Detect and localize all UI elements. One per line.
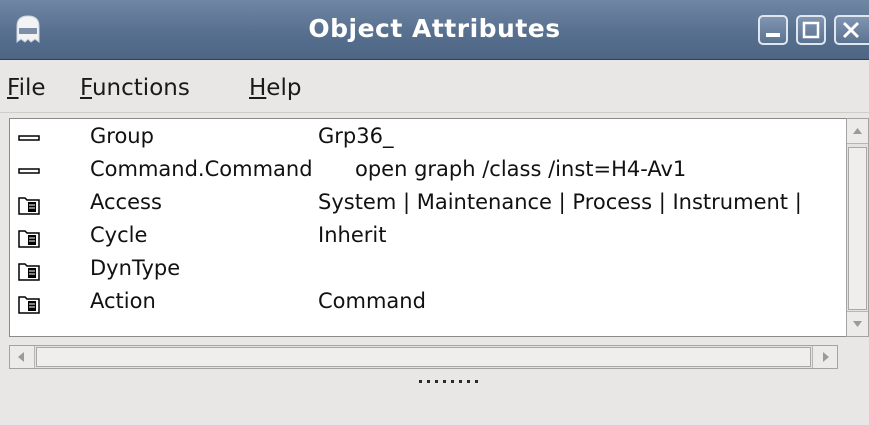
attribute-row-group[interactable]: Group Grp36_ xyxy=(10,121,847,155)
folder-icon xyxy=(18,263,40,281)
arrow-down-icon xyxy=(853,321,862,327)
attribute-row-cycle[interactable]: Cycle Inherit xyxy=(10,220,847,254)
arrow-right-icon xyxy=(823,352,829,362)
scroll-down-button[interactable] xyxy=(847,311,868,336)
attribute-value: Command xyxy=(318,289,426,313)
attribute-value: Inherit xyxy=(318,223,387,247)
attribute-line-icon xyxy=(18,135,40,141)
attribute-row-action[interactable]: Action Command xyxy=(10,286,847,320)
attribute-line-icon xyxy=(18,168,40,174)
scroll-right-button[interactable] xyxy=(812,346,837,368)
scroll-up-button[interactable] xyxy=(847,119,868,144)
menu-bar: File Functions Help xyxy=(0,60,869,113)
vertical-scroll-thumb[interactable] xyxy=(848,147,867,310)
horizontal-scrollbar[interactable] xyxy=(9,345,838,369)
menu-help-mnemonic: H xyxy=(249,75,267,101)
menu-file[interactable]: File xyxy=(7,60,46,112)
close-icon xyxy=(842,21,860,39)
horizontal-scroll-thumb[interactable] xyxy=(36,347,811,367)
title-bar[interactable]: Object Attributes xyxy=(0,0,869,60)
attribute-value: open graph /class /inst=H4-Av1 xyxy=(355,157,687,181)
minimize-icon xyxy=(766,33,780,37)
attribute-name: Group xyxy=(90,124,154,148)
maximize-button[interactable] xyxy=(796,15,826,45)
vertical-scrollbar[interactable] xyxy=(846,118,869,337)
menu-help-label: elp xyxy=(266,75,302,101)
attribute-row-command[interactable]: Command.Command open graph /class /inst=… xyxy=(10,154,847,188)
attribute-value: Grp36_ xyxy=(318,124,394,148)
attribute-row-dyntype[interactable]: DynType xyxy=(10,253,847,287)
scroll-left-button[interactable] xyxy=(10,346,35,368)
menu-help[interactable]: Help xyxy=(249,60,301,112)
menu-functions-mnemonic: F xyxy=(80,75,92,101)
folder-icon xyxy=(18,296,40,314)
minimize-button[interactable] xyxy=(758,15,788,45)
menu-file-label: ile xyxy=(18,75,46,101)
menu-functions-label: unctions xyxy=(91,75,190,101)
attribute-name: Command.Command xyxy=(90,157,313,181)
menu-functions[interactable]: Functions xyxy=(80,60,190,112)
folder-icon xyxy=(18,197,40,215)
attribute-row-access[interactable]: Access System | Maintenance | Process | … xyxy=(10,187,847,221)
menu-file-mnemonic: F xyxy=(7,75,19,101)
attribute-list[interactable]: Group Grp36_ Command.Command open graph … xyxy=(9,118,846,337)
attribute-name: DynType xyxy=(90,256,181,280)
close-button[interactable] xyxy=(834,15,869,45)
maximize-icon xyxy=(802,21,820,39)
attribute-name: Action xyxy=(90,289,156,313)
pane-resize-grip[interactable] xyxy=(417,378,479,384)
attribute-value: System | Maintenance | Process | Instrum… xyxy=(318,190,802,214)
attribute-name: Access xyxy=(90,190,162,214)
arrow-left-icon xyxy=(18,352,24,362)
window-title: Object Attributes xyxy=(308,14,561,43)
arrow-up-icon xyxy=(853,128,862,134)
attribute-name: Cycle xyxy=(90,223,148,247)
folder-icon xyxy=(18,230,40,248)
